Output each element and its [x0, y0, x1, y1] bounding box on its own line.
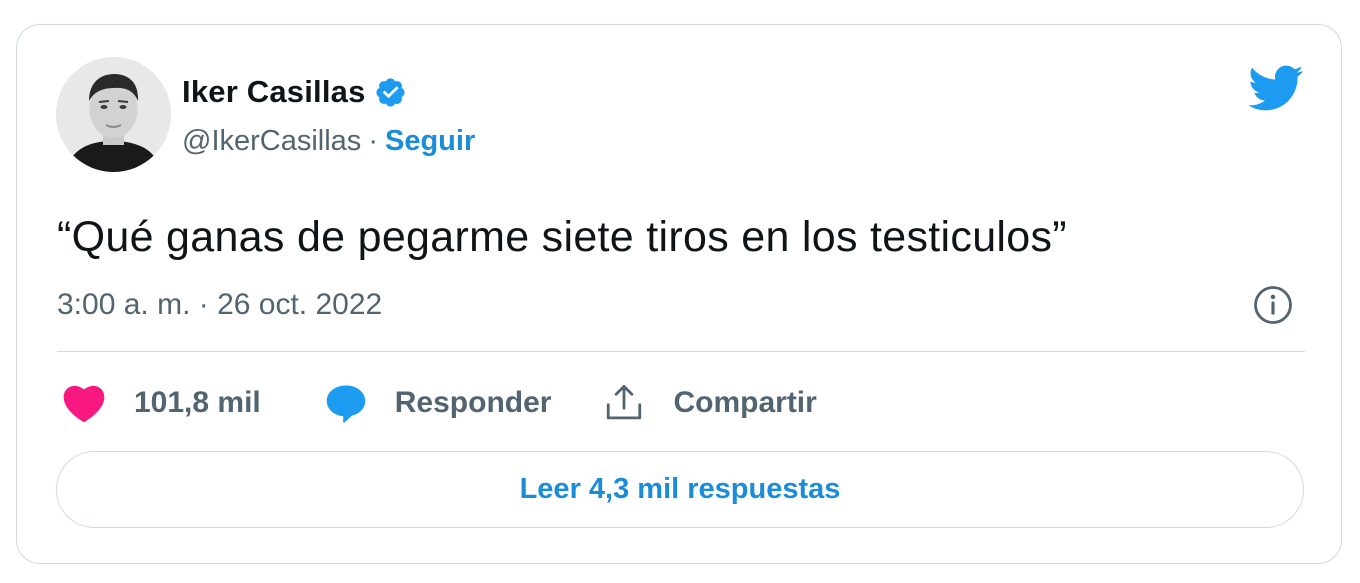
verified-badge-icon: [375, 77, 405, 107]
author-handle[interactable]: @IkerCasillas: [182, 125, 361, 158]
info-icon[interactable]: [1252, 284, 1294, 326]
divider: [57, 351, 1305, 352]
follow-link[interactable]: Seguir: [385, 125, 475, 158]
read-replies-button[interactable]: Leer 4,3 mil respuestas: [56, 451, 1304, 528]
separator-dot: ·: [368, 124, 378, 157]
avatar-image: [56, 57, 171, 172]
share-button[interactable]: Compartir: [603, 382, 817, 424]
tweet-timestamp[interactable]: 3:00 a. m. · 26 oct. 2022: [57, 283, 382, 327]
handle-row: @IkerCasillas · Seguir: [182, 121, 475, 161]
like-button[interactable]: 101,8 mil: [62, 383, 261, 423]
speech-bubble-icon: [326, 385, 366, 423]
author-name[interactable]: Iker Casillas: [182, 74, 366, 110]
share-icon: [607, 384, 642, 420]
avatar[interactable]: [56, 57, 171, 172]
reply-label: Responder: [394, 386, 552, 419]
read-replies-label: Leer 4,3 mil respuestas: [519, 473, 841, 505]
twitter-bird-icon[interactable]: [1246, 63, 1304, 113]
reply-button[interactable]: Responder: [325, 383, 552, 423]
tweet-text: “Qué ganas de pegarme siete tiros en los…: [57, 213, 1067, 261]
share-label: Compartir: [673, 386, 817, 419]
like-count: 101,8 mil: [134, 386, 261, 419]
author-row: Iker Casillas: [182, 72, 407, 112]
action-bar: 101,8 mil Responder Compartir: [62, 378, 817, 428]
heart-icon: [63, 385, 105, 423]
